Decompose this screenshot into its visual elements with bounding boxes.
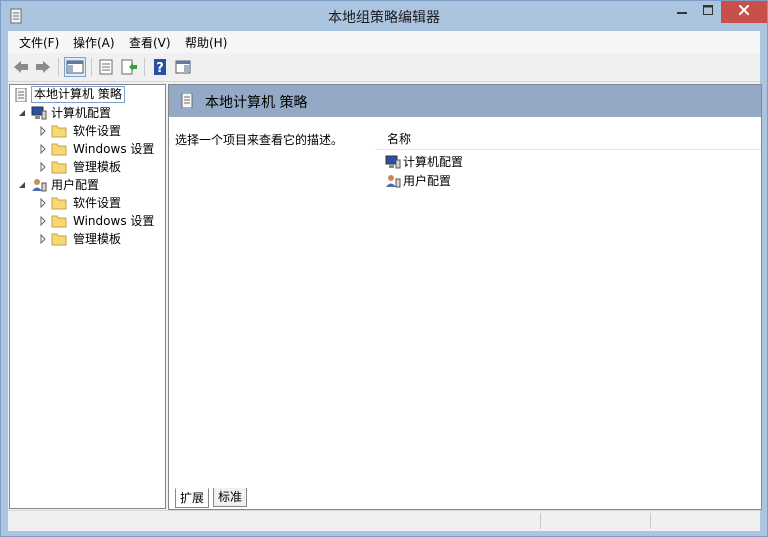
tree-label-user-config: 用户配置 xyxy=(51,178,100,192)
list-item-computer-config[interactable]: 计算机配置 xyxy=(385,153,505,172)
maximize-icon xyxy=(703,5,713,15)
collapsed-arrow-icon[interactable] xyxy=(38,158,48,176)
collapsed-arrow-icon[interactable] xyxy=(38,230,48,248)
tree-item-windows-settings[interactable]: Windows 设置 xyxy=(38,212,163,230)
folder-icon xyxy=(51,215,67,228)
tab-standard[interactable]: 标准 xyxy=(213,488,248,507)
client-area: 文件(F) 操作(A) 查看(V) 帮助(H) ? 本地计算机 策略 计算机配置… xyxy=(8,31,762,531)
folder-icon xyxy=(51,125,67,138)
menu-action[interactable]: 操作(A) xyxy=(73,34,115,51)
folder-icon xyxy=(51,233,67,246)
tree-label-admin-templates: 管理模板 xyxy=(73,160,122,174)
expanded-arrow-icon[interactable] xyxy=(18,104,28,122)
list-header: 名称 xyxy=(375,117,761,150)
list-item-label: 计算机配置 xyxy=(403,155,464,169)
tree-label-software-settings: 软件设置 xyxy=(73,124,122,138)
close-icon xyxy=(738,4,750,16)
tree-item-admin-templates[interactable]: 管理模板 xyxy=(38,158,163,176)
policy-document-icon xyxy=(181,93,193,108)
user-config-icon xyxy=(32,179,47,192)
status-bar xyxy=(8,510,760,531)
toolbar-separator xyxy=(144,58,145,76)
tree-label-admin-templates: 管理模板 xyxy=(73,232,122,246)
export-list-icon[interactable] xyxy=(120,58,138,76)
title-bar[interactable]: 本地组策略编辑器 xyxy=(1,1,767,31)
show-hide-tree-button[interactable] xyxy=(64,57,86,77)
tree-label-computer-config: 计算机配置 xyxy=(51,106,112,120)
view-tabs: 扩展 标准 xyxy=(168,488,468,508)
tree-label-windows-settings: Windows 设置 xyxy=(73,142,155,156)
menu-help[interactable]: 帮助(H) xyxy=(185,34,227,51)
policy-document-icon xyxy=(15,88,27,102)
list-item-label: 用户配置 xyxy=(403,174,452,188)
tree-item-user-config[interactable]: 用户配置 xyxy=(18,176,158,194)
close-button[interactable] xyxy=(721,1,767,23)
help-icon[interactable]: ? xyxy=(151,58,169,76)
result-pane: 本地计算机 策略 选择一个项目来查看它的描述。 名称 计算机配置 用户配置 xyxy=(168,84,762,510)
show-hide-action-pane-icon[interactable] xyxy=(174,58,192,76)
tree-item-software-settings[interactable]: 软件设置 xyxy=(38,122,163,140)
column-header-name[interactable]: 名称 xyxy=(387,130,411,147)
expanded-arrow-icon[interactable] xyxy=(18,176,28,194)
tab-extended[interactable]: 扩展 xyxy=(175,488,210,508)
menu-bar: 文件(F) 操作(A) 查看(V) 帮助(H) xyxy=(8,31,760,53)
folder-icon xyxy=(51,161,67,174)
collapsed-arrow-icon[interactable] xyxy=(38,122,48,140)
tree-item-computer-config[interactable]: 计算机配置 xyxy=(18,104,158,122)
toolbar-separator xyxy=(58,58,59,76)
tree-item-software-settings[interactable]: 软件设置 xyxy=(38,194,163,212)
folder-icon xyxy=(51,143,67,156)
properties-icon[interactable] xyxy=(97,58,115,76)
tree-label-windows-settings: Windows 设置 xyxy=(73,214,155,228)
description-text: 选择一个项目来查看它的描述。 xyxy=(175,133,344,147)
item-list[interactable]: 名称 计算机配置 用户配置 xyxy=(375,117,761,509)
show-hide-tree-icon xyxy=(66,60,84,74)
console-tree[interactable]: 本地计算机 策略 计算机配置 软件设置 Windows 设置 管理模板 用户配置… xyxy=(9,84,166,509)
main-window: 本地组策略编辑器 文件(F) 操作(A) 查看(V) 帮助(H) ? 本地计算机… xyxy=(0,0,768,537)
tree-item-windows-settings[interactable]: Windows 设置 xyxy=(38,140,163,158)
status-divider xyxy=(540,513,541,529)
minimize-icon xyxy=(677,12,687,14)
svg-text:?: ? xyxy=(156,61,164,76)
computer-config-icon xyxy=(31,106,47,120)
folder-icon xyxy=(51,197,67,210)
maximize-button[interactable] xyxy=(695,1,721,23)
tree-label-root: 本地计算机 策略 xyxy=(31,86,125,103)
list-item-user-config[interactable]: 用户配置 xyxy=(385,172,505,191)
tree-item-admin-templates[interactable]: 管理模板 xyxy=(38,230,163,248)
back-arrow-icon[interactable] xyxy=(12,58,30,76)
collapsed-arrow-icon[interactable] xyxy=(38,140,48,158)
collapsed-arrow-icon[interactable] xyxy=(38,194,48,212)
computer-config-icon xyxy=(385,155,401,169)
status-divider xyxy=(650,513,651,529)
result-pane-header: 本地计算机 策略 xyxy=(169,85,761,117)
menu-view[interactable]: 查看(V) xyxy=(129,34,171,51)
user-config-icon xyxy=(386,175,401,188)
result-pane-title: 本地计算机 策略 xyxy=(205,95,308,111)
window-title: 本地组策略编辑器 xyxy=(328,10,440,26)
collapsed-arrow-icon[interactable] xyxy=(38,212,48,230)
toolbar: ? xyxy=(8,53,760,82)
menu-file[interactable]: 文件(F) xyxy=(19,34,59,51)
minimize-button[interactable] xyxy=(669,1,695,23)
forward-arrow-icon[interactable] xyxy=(34,58,52,76)
tree-label-software-settings: 软件设置 xyxy=(73,196,122,210)
toolbar-separator xyxy=(91,58,92,76)
